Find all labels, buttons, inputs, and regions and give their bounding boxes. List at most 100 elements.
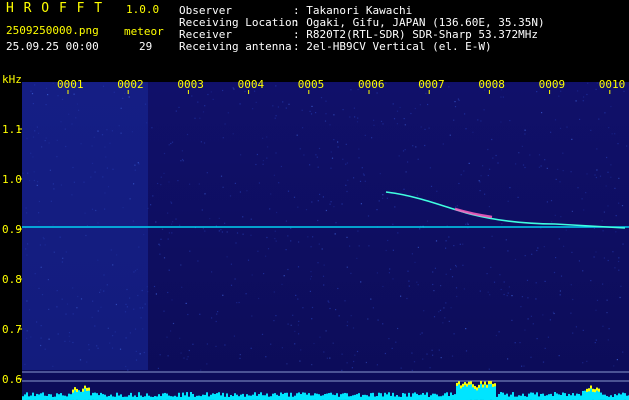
signal-bar [366,395,368,400]
signal-bar [164,392,166,400]
signal-bar [284,392,286,400]
signal-bar [334,395,336,400]
signal-peak [586,388,588,392]
signal-bar [354,394,356,400]
signal-bar [26,392,28,400]
signal-bar [422,392,424,400]
signal-bar [394,396,396,400]
signal-bar [250,395,252,400]
signal-bar [450,392,452,400]
signal-bar [138,392,140,400]
app-title: H R O F F T [6,1,104,16]
signal-bar [204,394,206,400]
signal-bar [272,393,274,400]
signal-bar [352,395,354,400]
signal-bar [30,395,32,400]
signal-bar [252,394,254,400]
signal-bar [182,392,184,400]
signal-bar [156,396,158,400]
signal-bar [508,396,510,400]
signal-bar [260,392,262,400]
signal-bar [172,396,174,400]
signal-bar [286,392,288,400]
x-tick-label: 0005 [298,78,325,91]
signal-peak [462,383,464,387]
timestamp: 25.09.25 00:00 [6,40,99,53]
signal-bar [536,392,538,400]
signal-bar [154,396,156,400]
signal-bar [110,394,112,400]
signal-bar [380,393,382,400]
signal-bar [320,395,322,400]
signal-bar [584,390,586,400]
signal-bar [50,394,52,400]
signal-bar [388,392,390,400]
signal-bar [296,393,298,400]
signal-bar [452,394,454,400]
signal-peak [480,380,482,384]
signal-peak [478,384,480,388]
signal-bar [90,395,92,400]
signal-bar [280,392,282,400]
signal-bar [622,392,624,400]
signal-bar [216,393,218,400]
signal-peak [596,387,598,391]
signal-bar [70,394,72,400]
signal-bar [442,395,444,400]
signal-bar [36,393,38,400]
signal-bar [98,395,100,400]
signal-bar [368,396,370,400]
signal-bar [542,393,544,400]
signal-bar [80,391,82,400]
signal-bar [146,393,148,400]
signal-bar [604,394,606,400]
meteor-label: meteor [124,25,164,38]
signal-peak [82,388,84,392]
signal-peak [88,387,90,391]
signal-bar [556,393,558,400]
signal-bar [148,395,150,400]
signal-bar [78,390,80,400]
signal-bar [230,394,232,400]
signal-bar [276,394,278,400]
signal-bar [336,393,338,400]
signal-bar [124,396,126,400]
signal-bar [378,392,380,400]
signal-bar [500,392,502,400]
signal-bar [358,393,360,400]
signal-peak [592,388,594,392]
signal-bar [238,396,240,400]
signal-bar [270,396,272,400]
signal-bar [94,392,96,400]
signal-bar [174,395,176,400]
signal-bar [538,396,540,400]
signal-bar [398,396,400,400]
signal-bar [498,393,500,400]
antenna-value: : 2el-HB9CV Vertical (el. E-W) [293,40,492,53]
signal-bar [356,394,358,400]
signal-bar [544,395,546,400]
signal-bar [558,394,560,400]
signal-bar [332,394,334,400]
signal-bar [448,396,450,400]
signal-bar [170,396,172,400]
signal-bar [576,393,578,400]
signal-bar [540,393,542,400]
signal-bar [626,395,628,400]
signal-bar [342,393,344,400]
signal-bar [340,394,342,400]
signal-bar [126,396,128,400]
signal-bar [288,396,290,400]
signal-bar [424,394,426,400]
signal-bar [580,395,582,400]
signal-peak [484,381,486,385]
signal-bar [516,396,518,400]
signal-bar [54,396,56,400]
signal-bar [582,390,584,400]
signal-bar [158,394,160,400]
signal-peak [594,389,596,393]
signal-bar [198,395,200,400]
signal-peak [76,388,78,392]
signal-bar [522,393,524,400]
signal-bar [520,395,522,400]
